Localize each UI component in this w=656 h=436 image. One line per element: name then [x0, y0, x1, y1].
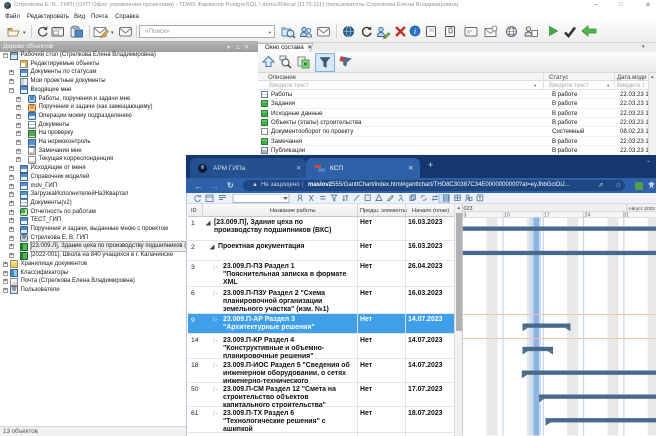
svg-text:31: 31	[623, 212, 629, 218]
svg-text:Август 2023: Август 2023	[629, 206, 656, 212]
svg-text:023: 023	[464, 206, 473, 212]
svg-text:17: 17	[544, 212, 550, 218]
svg-text:i: i	[414, 27, 416, 36]
svg-text:10: 10	[504, 212, 510, 218]
svg-text:3: 3	[464, 212, 467, 218]
svg-text:24: 24	[585, 212, 591, 218]
